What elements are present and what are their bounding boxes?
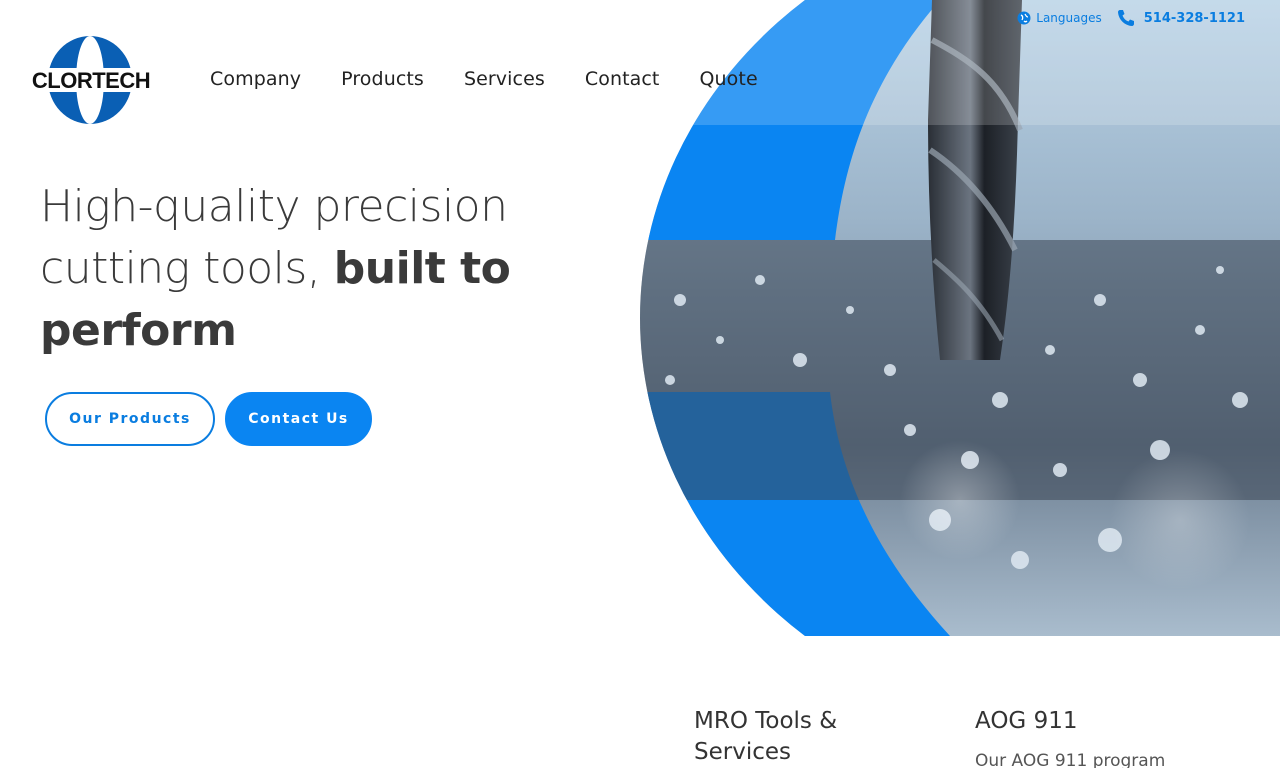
aog-card-text: Our AOG 911 program — [975, 751, 1166, 768]
hero-headline: High-quality precision cutting tools, bu… — [40, 176, 600, 362]
hero-image — [640, 0, 1280, 636]
phone-number: 514-328-1121 — [1143, 10, 1245, 26]
nav-item-products[interactable]: Products — [341, 68, 424, 90]
nav-item-company[interactable]: Company — [210, 68, 301, 90]
mro-card-title: MRO Tools & Services — [694, 708, 838, 765]
phone-link[interactable]: 514-328-1121 — [1116, 8, 1245, 28]
hero-cta-row: Our Products Contact Us — [45, 392, 372, 446]
languages-link[interactable]: Languages — [1017, 11, 1102, 25]
clortech-logo[interactable]: CLORTECH — [30, 34, 152, 126]
nav-item-contact[interactable]: Contact — [585, 68, 660, 90]
logo-text: CLORTECH — [32, 68, 150, 93]
aog-911-card[interactable]: AOG 911 Our AOG 911 program — [975, 706, 1235, 768]
phone-icon — [1116, 8, 1136, 28]
main-nav: Company Products Services Contact Quote — [210, 68, 758, 90]
top-utility-bar: Languages 514-328-1121 — [1017, 8, 1245, 28]
languages-label: Languages — [1036, 11, 1102, 25]
contact-us-button[interactable]: Contact Us — [225, 392, 372, 446]
nav-item-quote[interactable]: Quote — [699, 68, 757, 90]
our-products-button[interactable]: Our Products — [45, 392, 215, 446]
nav-item-services[interactable]: Services — [464, 68, 545, 90]
aog-card-title: AOG 911 — [975, 708, 1078, 734]
mro-tools-card[interactable]: MRO Tools & Services — [694, 706, 894, 768]
globe-icon — [1017, 11, 1031, 25]
